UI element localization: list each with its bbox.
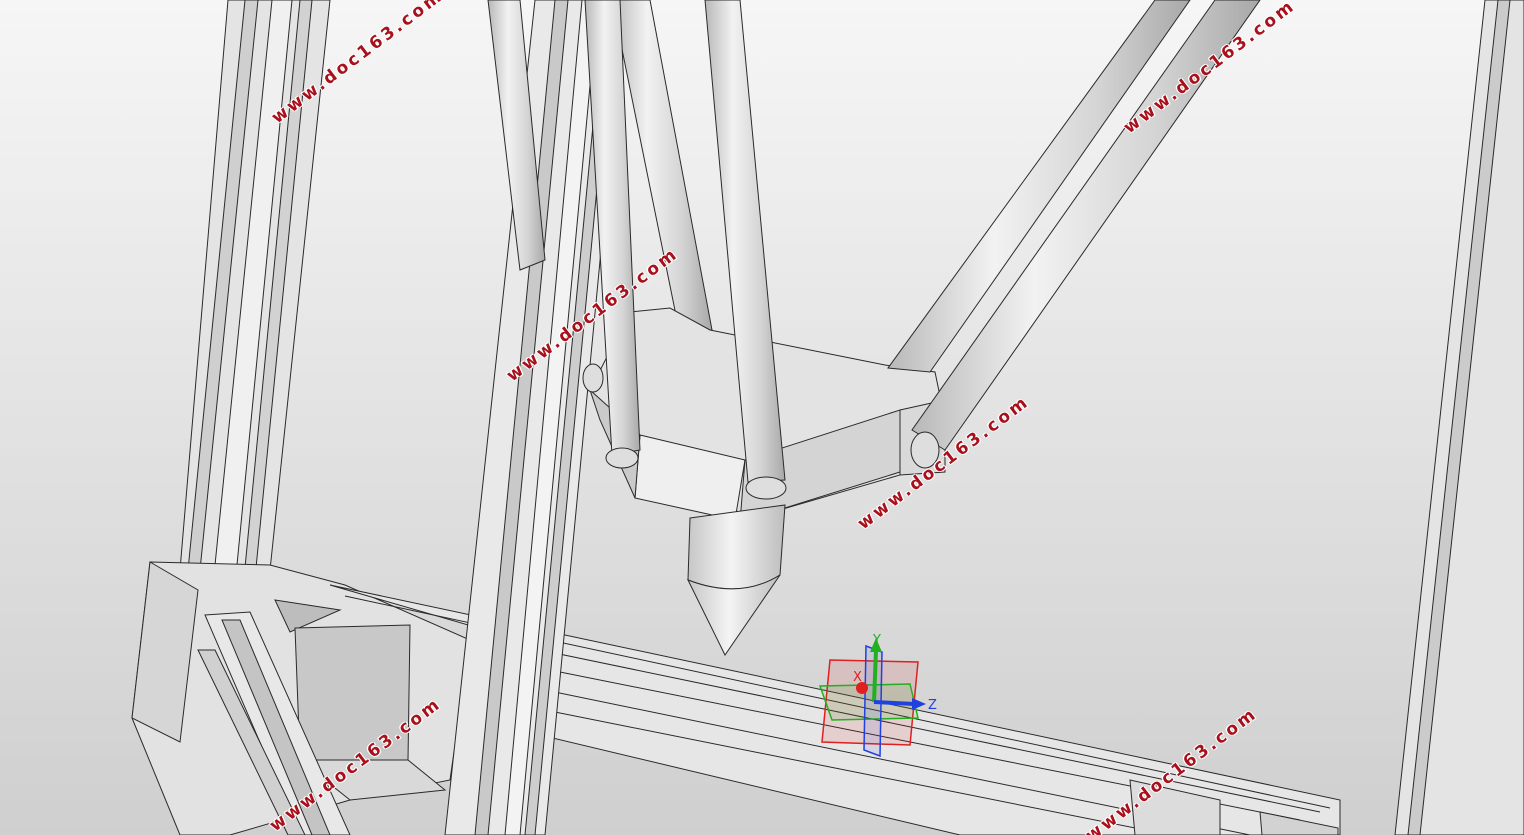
x-axis-label: X — [853, 670, 862, 685]
ball-joint — [745, 476, 787, 500]
z-axis-label: Z — [928, 698, 937, 713]
cad-3d-viewport[interactable]: Y X Z www.doc163.com www.doc163.com www.… — [0, 0, 1524, 835]
z-axis-arrow — [873, 700, 916, 706]
ball-joint — [605, 447, 639, 469]
ball-joint — [582, 363, 604, 393]
y-axis-label: Y — [872, 633, 881, 648]
model-scene[interactable]: Y X Z — [0, 0, 1524, 835]
y-axis-arrow — [872, 649, 878, 703]
